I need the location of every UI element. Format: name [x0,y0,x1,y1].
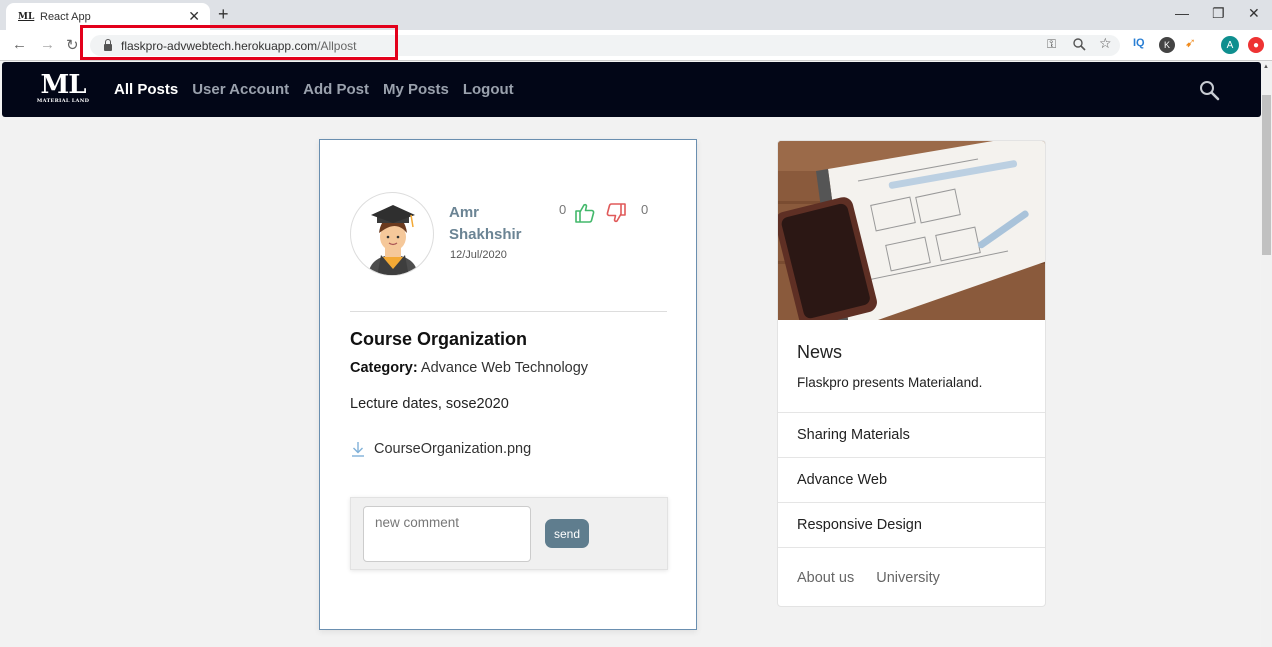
post-category: Category: Advance Web Technology [350,360,588,376]
logo-text: ML [40,70,86,100]
comment-input[interactable] [363,506,531,562]
category-value: Advance Web Technology [417,360,589,376]
scroll-up-icon[interactable]: ▲ [1263,64,1269,70]
list-item-sharing-materials[interactable]: Sharing Materials [778,412,1045,457]
search-icon[interactable] [1199,80,1221,102]
profile-avatar[interactable]: A [1221,36,1239,54]
news-card: News Flaskpro presents Materialand. Shar… [777,140,1046,607]
zoom-icon[interactable] [1073,38,1086,51]
university-link[interactable]: University [876,570,940,586]
nav-user-account[interactable]: User Account [192,81,289,98]
attachment-name: CourseOrganization.png [374,441,532,457]
logo-subtext: MATERIAL LAND [36,98,90,104]
reload-icon[interactable]: ↻ [66,36,79,54]
download-icon [352,442,364,457]
send-button[interactable]: send [545,519,589,548]
post-title: Course Organization [350,329,528,349]
attachment-link[interactable]: CourseOrganization.png [350,440,531,458]
nav-add-post[interactable]: Add Post [303,81,369,98]
adblock-extension-icon[interactable]: ● [1248,37,1264,53]
thumbs-down-icon[interactable] [605,202,627,224]
k-extension-icon[interactable]: K [1159,37,1175,53]
author-name[interactable]: Amr Shakhshir [449,202,549,246]
fox-extension-icon[interactable]: ➹ [1185,35,1196,51]
news-card-footer: About us University [778,547,1045,606]
post-content: Lecture dates, sose2020 [350,396,509,412]
news-text: Flaskpro presents Materialand. [797,375,983,390]
url-highlight-box [80,25,398,60]
list-item-advance-web[interactable]: Advance Web [778,457,1045,502]
graduate-icon [369,205,417,275]
iq-extension-icon[interactable]: IQ [1133,37,1145,49]
author-avatar [350,192,434,276]
tab-title: React App [40,10,91,23]
close-tab-icon[interactable]: ✕ [188,8,200,25]
forward-icon[interactable]: → [40,36,55,53]
news-image [778,141,1045,320]
post-date: 12/Jul/2020 [450,249,507,261]
minimize-icon[interactable]: — [1175,5,1189,21]
about-us-link[interactable]: About us [797,570,854,586]
favicon-icon: ML [18,11,35,22]
post-card: Amr Shakhshir 12/Jul/2020 0 0 Course Org… [319,139,697,630]
close-window-icon[interactable]: ✕ [1248,5,1260,22]
comment-form: send [350,497,668,570]
key-icon[interactable]: ⚿ [1047,37,1056,52]
back-icon[interactable]: ← [12,36,27,53]
news-title: News [797,342,843,362]
nav-links: All Posts User Account Add Post My Posts… [114,81,514,98]
list-item-responsive-design[interactable]: Responsive Design [778,502,1045,547]
app-navbar: ML MATERIAL LAND All Posts User Account … [2,62,1261,117]
scrollbar-thumb[interactable] [1262,95,1271,255]
bookmark-star-icon[interactable]: ☆ [1099,35,1112,52]
thumbs-up-icon[interactable] [574,202,596,224]
dislike-count: 0 [641,202,649,217]
nav-my-posts[interactable]: My Posts [383,81,449,98]
restore-icon[interactable]: ❐ [1212,5,1225,22]
like-count: 0 [559,202,567,217]
site-logo[interactable]: ML MATERIAL LAND [35,72,91,104]
nav-logout[interactable]: Logout [463,81,514,98]
category-label: Category: [350,360,418,376]
new-tab-icon[interactable]: + [218,4,229,25]
divider [350,311,667,312]
nav-all-posts[interactable]: All Posts [114,81,178,98]
